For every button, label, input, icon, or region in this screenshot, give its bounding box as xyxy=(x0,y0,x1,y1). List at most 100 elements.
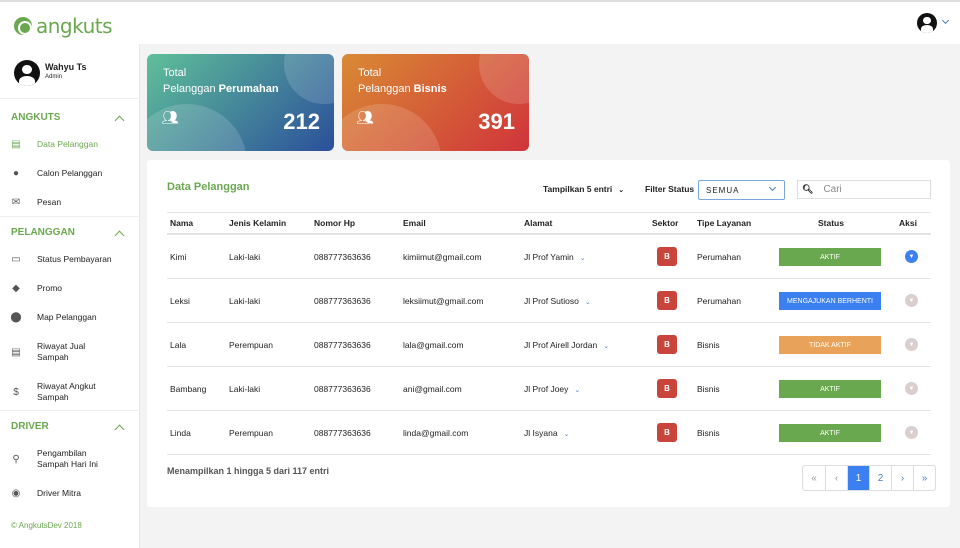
cell-email: ani@gmail.com xyxy=(403,384,462,394)
column-header-aksi: Aksi xyxy=(899,218,917,228)
column-header-sektor: Sektor xyxy=(652,218,679,228)
top-bar: angkuts xyxy=(0,0,960,44)
chevron-down-icon: ⌄ xyxy=(584,299,591,306)
column-header-email: Email xyxy=(403,218,426,228)
action-dropdown-icon[interactable]: ▼ xyxy=(905,382,918,395)
divider xyxy=(167,454,931,455)
status-badge: AKTIF xyxy=(779,380,881,398)
address-dropdown[interactable]: Jl Prof Joey ⌄ xyxy=(524,384,580,394)
address-text: Jl Prof Airell Jordan xyxy=(524,340,598,350)
stat-card-bisnis: Total Pelanggan Bisnis 👥︎ 391 xyxy=(342,54,529,151)
chevron-down-icon xyxy=(768,183,777,192)
page-button-3[interactable]: 2 xyxy=(869,466,891,490)
user-circle-icon: ◉ xyxy=(11,488,21,500)
logo[interactable]: angkuts xyxy=(14,14,113,38)
column-header-nomor-hp: Nomor Hp xyxy=(314,218,356,228)
stat-card-perumahan: Total Pelanggan Perumahan 👥︎ 212 xyxy=(147,54,334,151)
address-dropdown[interactable]: Jl Prof Yamin ⌄ xyxy=(524,252,586,262)
page-button-1[interactable]: ‹ xyxy=(825,466,847,490)
action-dropdown-icon[interactable]: ▼ xyxy=(905,426,918,439)
sidebar-item-map-pelanggan[interactable]: ⬤ Map Pelanggan xyxy=(10,312,130,323)
sidebar-item-data-pelanggan[interactable]: ▤ Data Pelanggan xyxy=(10,139,130,150)
address-dropdown[interactable]: Jl Isyana ⌄ xyxy=(524,428,569,438)
sidebar-item-label: Riwayat Angkut Sampah xyxy=(37,381,96,403)
sidebar-item-driver-mitra[interactable]: ◉ Driver Mitra xyxy=(10,488,130,499)
cell-hp: 088777363636 xyxy=(314,296,371,306)
address-dropdown[interactable]: Jl Prof Sutioso ⌄ xyxy=(524,296,591,306)
sidebar-item-label: Data Pelanggan xyxy=(37,139,98,149)
brand-name: angkuts xyxy=(36,14,113,38)
card-value: 212 xyxy=(283,109,320,134)
action-dropdown-icon[interactable]: ▼ xyxy=(905,338,918,351)
address-dropdown[interactable]: Jl Prof Airell Jordan ⌄ xyxy=(524,340,609,350)
divider xyxy=(167,212,931,213)
page-button-5[interactable]: » xyxy=(913,466,935,490)
id-card-icon: ▤ xyxy=(11,346,21,358)
sidebar-item-status-pembayaran[interactable]: ▭ Status Pembayaran xyxy=(10,254,130,265)
chevron-down-icon: ⌄ xyxy=(603,343,610,350)
id-card-icon: ▤ xyxy=(11,139,21,151)
divider xyxy=(0,410,140,411)
cell-hp: 088777363636 xyxy=(314,428,371,438)
users-icon: 👥︎ xyxy=(356,109,374,125)
cell-jk: Perempuan xyxy=(229,428,273,438)
page-button-2[interactable]: 1 xyxy=(847,466,869,490)
sidebar-item-label: Status Pembayaran xyxy=(37,254,112,264)
sidebar-item-calon-pelanggan[interactable]: ● Calon Pelanggan xyxy=(10,168,130,179)
cell-hp: 088777363636 xyxy=(314,384,371,394)
cell-service-type: Perumahan xyxy=(697,296,741,306)
card-label: Total xyxy=(163,67,187,79)
sidebar-item-promo[interactable]: ◆ Promo xyxy=(10,283,130,294)
user-icon: ● xyxy=(12,168,20,180)
cell-service-type: Perumahan xyxy=(697,252,741,262)
sidebar-item-pengambilan-sampah-hari-ini[interactable]: ⚲ Pengambilan Sampah Hari Ini xyxy=(10,448,130,470)
sidebar-item-riwayat-jual-sampah[interactable]: ▤ Riwayat Jual Sampah xyxy=(10,341,130,363)
column-header-status: Status xyxy=(818,218,844,228)
credit-card-icon: ▭ xyxy=(11,254,21,266)
divider xyxy=(0,98,140,99)
cell-nama: Bambang xyxy=(170,384,207,394)
chevron-down-icon: ⌄ xyxy=(618,187,625,194)
page-button-4[interactable]: › xyxy=(891,466,913,490)
address-text: Jl Prof Joey xyxy=(524,384,569,394)
column-header-alamat: Alamat xyxy=(524,218,553,228)
filter-status-select[interactable]: SEMUA xyxy=(698,180,785,200)
sidebar-item-label: Promo xyxy=(37,283,63,293)
search-icon: 🔍︎ xyxy=(802,184,814,194)
customer-panel: Data Pelanggan Tampilkan 5 entri ⌄ Filter… xyxy=(147,160,950,507)
divider xyxy=(167,322,931,323)
card-sublabel-prefix: Pelanggan xyxy=(358,83,414,95)
chevron-down-icon: ⌄ xyxy=(579,255,586,262)
chevron-down-icon: ⌄ xyxy=(563,431,570,438)
sidebar-item-pesan[interactable]: ✉ Pesan xyxy=(10,197,130,208)
logo-icon xyxy=(14,17,32,35)
bicycle-icon: ⚲ xyxy=(12,453,20,465)
decor-circle xyxy=(284,54,334,104)
page-button-0[interactable]: « xyxy=(803,466,825,490)
card-sublabel: Pelanggan Perumahan xyxy=(163,83,279,95)
action-dropdown-icon[interactable]: ▼ xyxy=(905,250,918,263)
sector-badge: B xyxy=(657,247,677,266)
account-chevron-down-icon[interactable] xyxy=(941,16,950,25)
cell-hp: 088777363636 xyxy=(314,252,371,262)
divider xyxy=(167,278,931,279)
divider xyxy=(167,366,931,367)
status-badge: AKTIF xyxy=(779,424,881,442)
sidebar-item-riwayat-angkut-sampah[interactable]: $ Riwayat Angkut Sampah xyxy=(10,381,130,403)
section-title-angkuts: ANGKUTS xyxy=(11,112,61,123)
cell-nama: Linda xyxy=(170,428,191,438)
cell-service-type: Bisnis xyxy=(697,428,720,438)
card-label: Total xyxy=(358,67,382,79)
table-info: Menampilkan 1 hingga 5 dari 117 entri xyxy=(167,466,330,476)
cell-service-type: Bisnis xyxy=(697,340,720,350)
search-input[interactable]: 🔍︎ Cari xyxy=(797,180,931,199)
section-title-pelanggan: PELANGGAN xyxy=(11,227,75,238)
sidebar-item-label: Map Pelanggan xyxy=(37,312,97,322)
action-dropdown-icon[interactable]: ▼ xyxy=(905,294,918,307)
column-header-tipe-layanan: Tipe Layanan xyxy=(697,218,752,228)
sector-badge: B xyxy=(657,291,677,310)
sidebar-item-label: Driver Mitra xyxy=(37,488,81,498)
show-entries-dropdown[interactable]: Tampilkan 5 entri ⌄ xyxy=(543,184,624,194)
account-avatar[interactable] xyxy=(917,13,937,33)
panel-title: Data Pelanggan xyxy=(167,181,250,193)
